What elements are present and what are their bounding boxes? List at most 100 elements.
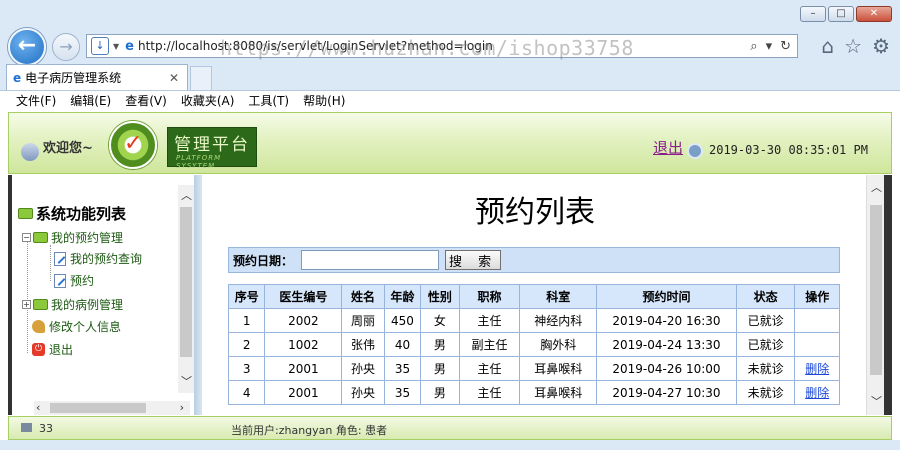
menu-favorites[interactable]: 收藏夹(A) bbox=[181, 92, 235, 109]
cell-age: 40 bbox=[383, 332, 422, 357]
sidebar-root-label: 系统功能列表 bbox=[36, 205, 127, 223]
menu-help[interactable]: 帮助(H) bbox=[303, 92, 345, 109]
power-icon: ⏻ bbox=[32, 343, 45, 356]
window-controls: – □ ✕ bbox=[800, 6, 892, 22]
date-search-input[interactable] bbox=[301, 250, 440, 270]
compat-view-icon[interactable]: ↓ bbox=[91, 37, 109, 55]
home-icon[interactable]: ⌂ bbox=[821, 34, 834, 58]
menu-tools[interactable]: 工具(T) bbox=[248, 92, 289, 109]
sidebar: 系统功能列表 − 我的预约管理 我的预约查询 预约 + 我的病例管理 修改个人信… bbox=[8, 175, 194, 415]
logout-link[interactable]: 退出 bbox=[653, 137, 683, 158]
menu-file[interactable]: 文件(F) bbox=[16, 92, 56, 109]
sidebar-scroll-thumb[interactable] bbox=[180, 207, 192, 357]
collapse-icon[interactable]: − bbox=[22, 233, 31, 242]
browser-chrome: – □ ✕ ← → ↓ ▼ e http://localhost:8080/is… bbox=[0, 0, 900, 110]
url-text[interactable]: http://localhost:8080/is/servlet/LoginSe… bbox=[138, 39, 493, 53]
sidebar-group-label: 我的病例管理 bbox=[51, 298, 124, 312]
sidebar-group-cases[interactable]: + 我的病例管理 bbox=[22, 296, 123, 313]
ie-tab-icon: e bbox=[13, 70, 22, 85]
tab-title: 电子病历管理系统 bbox=[25, 71, 122, 85]
col-header-appointment-time: 预约时间 bbox=[596, 284, 737, 309]
main-vertical-scrollbar[interactable]: ︿ ﹀ bbox=[866, 175, 884, 415]
cell-department: 胸外科 bbox=[519, 332, 598, 357]
browser-tools: ⌂ ☆ ⚙ bbox=[821, 34, 890, 58]
scroll-up-icon[interactable]: ︿ bbox=[871, 179, 882, 195]
maximize-button[interactable]: □ bbox=[828, 6, 854, 22]
sidebar-horizontal-scrollbar[interactable]: ‹ › bbox=[34, 401, 190, 415]
main-scroll-thumb[interactable] bbox=[870, 205, 882, 375]
brand-banner: 管理平台 PLATFORM SYSYTEM bbox=[167, 127, 257, 170]
cell-title: 主任 bbox=[458, 356, 521, 381]
folder-icon bbox=[33, 299, 48, 310]
frame-divider[interactable] bbox=[194, 175, 202, 415]
scroll-left-icon[interactable]: ‹ bbox=[36, 401, 40, 414]
main-content: 预约列表 预约日期： 搜 索 序号 医生编号 姓名 年龄 性别 职称 科室 预约… bbox=[202, 175, 868, 415]
sidebar-item-exit[interactable]: ⏻ 退出 bbox=[32, 341, 73, 358]
cell-action bbox=[794, 332, 840, 357]
scroll-down-icon[interactable]: ﹀ bbox=[181, 373, 192, 389]
cell-gender: 男 bbox=[420, 356, 460, 381]
cell-status: 未就诊 bbox=[735, 380, 796, 405]
sidebar-group-appointments[interactable]: − 我的预约管理 bbox=[22, 229, 123, 246]
address-bar[interactable]: ↓ ▼ e http://localhost:8080/is/servlet/L… bbox=[86, 34, 798, 58]
menu-edit[interactable]: 编辑(E) bbox=[70, 92, 111, 109]
scroll-down-icon[interactable]: ﹀ bbox=[871, 393, 882, 409]
col-header-doctor-id: 医生编号 bbox=[264, 284, 343, 309]
key-icon bbox=[32, 320, 45, 333]
favorites-star-icon[interactable]: ☆ bbox=[844, 34, 862, 58]
search-icon[interactable]: ⌕ bbox=[750, 39, 757, 54]
page-title: 预约列表 bbox=[475, 195, 595, 230]
cell-gender: 男 bbox=[420, 332, 460, 357]
cell-department: 神经内科 bbox=[519, 308, 598, 333]
col-header-status: 状态 bbox=[735, 284, 796, 309]
dropdown-icon[interactable]: ▾ bbox=[766, 39, 773, 54]
cell-action bbox=[794, 308, 840, 333]
page-header: 欢迎您~ 管理平台 PLATFORM SYSYTEM 退出 2019-03-30… bbox=[8, 112, 892, 174]
cell-status: 未就诊 bbox=[735, 356, 796, 381]
delete-link[interactable]: 删除 bbox=[794, 356, 840, 381]
delete-link[interactable]: 删除 bbox=[794, 380, 840, 405]
cell-department: 耳鼻喉科 bbox=[519, 380, 598, 405]
ie-page-icon: e bbox=[125, 38, 134, 54]
sidebar-hscroll-thumb[interactable] bbox=[50, 403, 146, 413]
cell-name: 张伟 bbox=[341, 332, 385, 357]
cell-department: 耳鼻喉科 bbox=[519, 356, 598, 381]
appointment-table: 序号 医生编号 姓名 年龄 性别 职称 科室 预约时间 状态 操作 1 2002… bbox=[227, 284, 840, 405]
cell-title: 副主任 bbox=[458, 332, 521, 357]
sidebar-item-appointment[interactable]: 预约 bbox=[54, 272, 94, 289]
tab-active[interactable]: e 电子病历管理系统 ✕ bbox=[6, 64, 188, 90]
sidebar-item-profile[interactable]: 修改个人信息 bbox=[32, 318, 121, 335]
menu-view[interactable]: 查看(V) bbox=[125, 92, 167, 109]
sidebar-vertical-scrollbar[interactable]: ︿ ﹀ bbox=[178, 185, 194, 393]
search-button[interactable]: 搜 索 bbox=[445, 250, 502, 270]
close-window-button[interactable]: ✕ bbox=[856, 6, 892, 22]
sidebar-group-label: 我的预约管理 bbox=[51, 231, 124, 245]
forward-button[interactable]: → bbox=[52, 33, 80, 61]
new-tab-button[interactable] bbox=[190, 66, 212, 90]
minimize-button[interactable]: – bbox=[800, 6, 826, 22]
folder-icon bbox=[33, 232, 48, 243]
cell-title: 主任 bbox=[458, 380, 521, 405]
sidebar-item-label: 预约 bbox=[70, 274, 95, 288]
scroll-up-icon[interactable]: ︿ bbox=[181, 187, 192, 203]
back-button[interactable]: ← bbox=[8, 28, 46, 66]
address-bar-actions: ⌕ ▾ ↻ bbox=[750, 39, 797, 54]
chevron-down-icon[interactable]: ▼ bbox=[113, 42, 119, 51]
refresh-icon[interactable]: ↻ bbox=[780, 39, 791, 54]
close-tab-icon[interactable]: ✕ bbox=[169, 71, 179, 85]
cell-doctor-id: 2002 bbox=[264, 308, 343, 333]
page-edit-icon bbox=[54, 273, 66, 288]
cell-index: 2 bbox=[227, 332, 266, 357]
scroll-right-icon[interactable]: › bbox=[180, 401, 184, 414]
expand-icon[interactable]: + bbox=[22, 300, 31, 309]
sidebar-item-appointment-query[interactable]: 我的预约查询 bbox=[54, 250, 142, 267]
clock-icon bbox=[687, 143, 703, 159]
sidebar-root[interactable]: 系统功能列表 bbox=[18, 203, 126, 224]
cell-name: 周丽 bbox=[341, 308, 385, 333]
cell-title: 主任 bbox=[458, 308, 521, 333]
table-row: 1 2002 周丽 450 女 主任 神经内科 2019-04-20 16:30… bbox=[227, 308, 840, 333]
search-bar: 预约日期： 搜 索 bbox=[228, 247, 840, 273]
sidebar-item-label: 修改个人信息 bbox=[49, 320, 122, 334]
gear-icon[interactable]: ⚙ bbox=[872, 34, 890, 58]
logo-icon bbox=[109, 121, 157, 169]
